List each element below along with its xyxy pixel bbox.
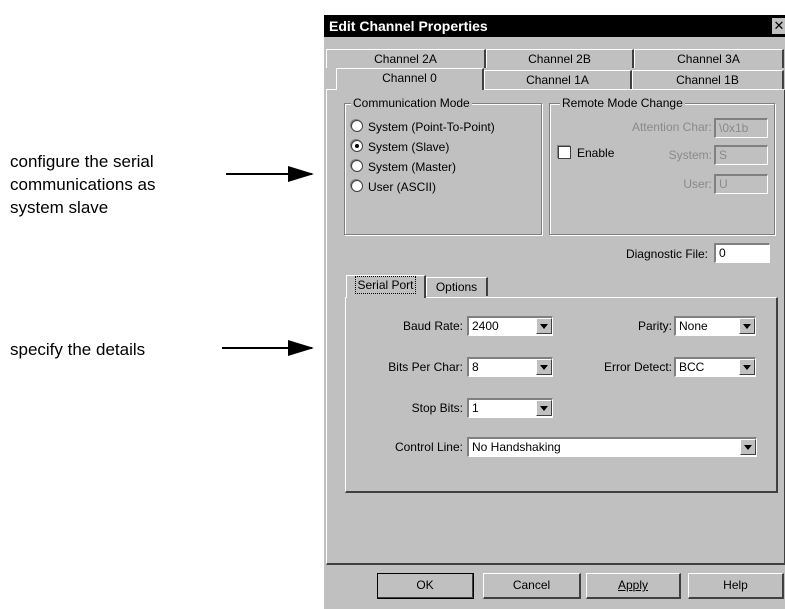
radio-label: System (Point-To-Point) [368,120,495,134]
tab-label: Channel 1A [526,73,589,87]
tab-channel-2a[interactable]: Channel 2A [326,49,486,68]
radio-icon [351,120,363,132]
diagnostic-file-field[interactable]: 0 [714,243,770,263]
dialog-title: Edit Channel Properties [329,18,488,34]
radio-label: System (Slave) [368,140,450,154]
arrow-icon [226,166,314,182]
chevron-down-icon[interactable] [739,318,755,334]
tab-channel-2b[interactable]: Channel 2B [486,49,634,68]
user-label: User: [683,177,712,191]
user-field: U [714,174,768,194]
radio-icon [351,160,363,172]
arrow-icon [222,340,314,356]
annotation-details: specify the details [10,340,146,359]
chevron-down-icon[interactable] [536,318,552,334]
baud-rate-select[interactable]: 2400 [467,316,553,336]
bits-per-char-value: 8 [472,360,479,374]
tab-label: Options [435,280,478,294]
enable-label: Enable [577,146,615,160]
radio-selected-icon [351,140,363,152]
enable-checkbox[interactable]: Enable [558,146,614,160]
radio-icon [351,180,363,192]
tab-label: Channel 2B [528,52,591,66]
help-button[interactable]: Help [688,573,784,599]
control-line-select[interactable]: No Handshaking [467,437,757,457]
annotation-configure-line2: communications as [10,175,156,194]
communication-mode-group: Communication Mode System (Point-To-Poin… [344,96,542,235]
bits-per-char-label: Bits Per Char: [388,360,463,374]
error-detect-value: BCC [679,360,705,374]
annotation-configure-line1: configure the serial [10,152,154,171]
radio-system-slave[interactable]: System (Slave) [351,140,449,154]
tab-label: Channel 1B [676,73,739,87]
parity-value: None [679,319,708,333]
attention-char-label: Attention Char: [631,120,712,134]
communication-mode-legend: Communication Mode [351,96,472,110]
stop-bits-select[interactable]: 1 [467,398,553,418]
stop-bits-label: Stop Bits: [411,401,463,415]
tab-label: Channel 0 [382,71,437,85]
tab-channel-1a[interactable]: Channel 1A [484,70,632,89]
tab-channel-1b[interactable]: Channel 1B [632,70,784,89]
bits-per-char-select[interactable]: 8 [467,357,553,377]
chevron-down-icon[interactable] [536,400,552,416]
apply-button[interactable]: Apply [586,573,681,599]
cancel-label: Cancel [512,578,551,592]
edit-channel-properties-dialog: Edit Channel Properties ✕ Channel 2A Cha… [323,14,785,609]
tab-options[interactable]: Options [426,277,488,296]
remote-mode-change-group: Remote Mode Change Attention Char: \0x1b… [549,96,775,235]
checkbox-icon [558,146,571,159]
radio-system-master[interactable]: System (Master) [351,160,456,174]
chevron-down-icon[interactable] [536,359,552,375]
ok-button[interactable]: OK [377,573,474,599]
title-bar: Edit Channel Properties ✕ [324,15,785,37]
control-line-label: Control Line: [394,440,463,454]
stop-bits-value: 1 [472,401,479,415]
parity-select[interactable]: None [674,316,756,336]
apply-label: Apply [617,578,649,592]
annotation-configure-line3: system slave [10,198,109,217]
diagnostic-file-label: Diagnostic File: [625,247,708,261]
tab-channel-3a[interactable]: Channel 3A [634,49,784,68]
close-icon[interactable]: ✕ [772,18,785,34]
baud-rate-label: Baud Rate: [402,319,463,333]
tab-label: Serial Port [355,276,416,294]
channel-panel: Communication Mode System (Point-To-Poin… [326,89,785,565]
parity-label: Parity: [637,319,672,333]
system-label: System: [668,148,712,162]
ok-label: OK [416,578,434,592]
annotation-configure: configure the serial communications as s… [10,150,156,219]
control-line-value: No Handshaking [472,440,561,454]
system-field: S [714,145,768,165]
tab-label: Channel 2A [374,52,437,66]
error-detect-label: Error Detect: [603,360,672,374]
tab-serial-port[interactable]: Serial Port [346,275,426,298]
chevron-down-icon[interactable] [740,439,756,455]
radio-user-ascii[interactable]: User (ASCII) [351,180,436,194]
serial-port-panel: Baud Rate: 2400 Parity: None Bits Per Ch… [345,297,778,493]
remote-mode-change-legend: Remote Mode Change [560,96,685,110]
attention-char-field: \0x1b [714,118,768,138]
radio-point-to-point[interactable]: System (Point-To-Point) [351,120,495,134]
cancel-button[interactable]: Cancel [483,573,581,599]
radio-label: User (ASCII) [368,180,437,194]
error-detect-select[interactable]: BCC [674,357,756,377]
radio-label: System (Master) [368,160,457,174]
chevron-down-icon[interactable] [739,359,755,375]
baud-rate-value: 2400 [472,319,499,333]
tab-channel-0[interactable]: Channel 0 [336,68,484,90]
tab-label: Channel 3A [677,52,740,66]
help-label: Help [723,578,748,592]
